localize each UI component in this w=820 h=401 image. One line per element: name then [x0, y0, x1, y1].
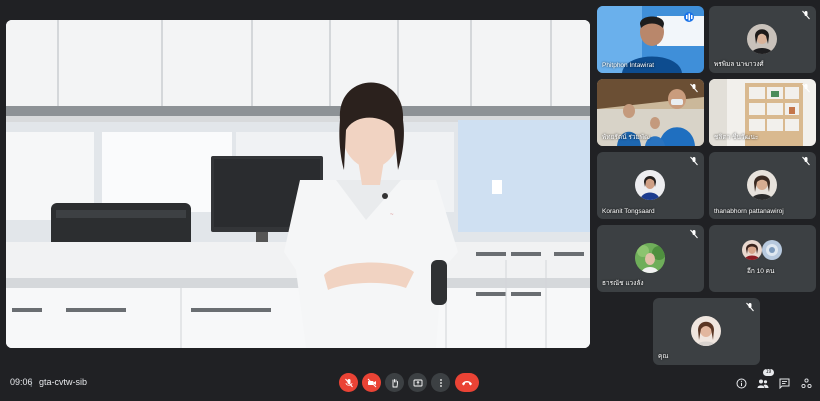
- info-icon: [736, 378, 746, 388]
- camera-toggle-button[interactable]: [362, 373, 381, 392]
- main-video-tile[interactable]: ~: [6, 20, 590, 348]
- participant-tile[interactable]: thanabhorn pattanawiroj: [709, 152, 816, 219]
- avatar: [747, 170, 777, 200]
- avatar: [747, 24, 777, 54]
- participant-tile[interactable]: ชลิตา ชื่นวัฒนะ: [709, 79, 816, 146]
- avatar: [762, 240, 782, 260]
- participant-name: Koranit Tongsaard: [602, 208, 655, 215]
- people-icon: [757, 379, 769, 388]
- people-count-badge: 19: [763, 369, 774, 376]
- participant-name: ธารณัช แวงลัง: [602, 280, 644, 287]
- raise-hand-icon: [392, 378, 398, 387]
- avatar: [691, 316, 721, 346]
- participant-name: พรพิมล นาฆาวงศ์: [714, 61, 764, 68]
- meeting-code: gta-cvtw-sib: [39, 377, 88, 387]
- more-participants-tile[interactable]: อีก 10 คน: [709, 225, 816, 292]
- meeting-details-button[interactable]: [734, 376, 748, 390]
- participant-name: พัทยรัตน์ ร่วมพัฒ: [602, 134, 650, 141]
- mic-toggle-button[interactable]: [339, 373, 358, 392]
- separator: |: [30, 377, 33, 387]
- participant-tile[interactable]: Koranit Tongsaard: [597, 152, 704, 219]
- participant-name: thanabhorn pattanawiroj: [714, 208, 784, 215]
- chat-button[interactable]: [777, 376, 791, 390]
- avatar: [635, 170, 665, 200]
- avatar: [742, 240, 762, 260]
- mic-off-icon: [344, 378, 353, 387]
- more-options-icon: [439, 378, 442, 387]
- svg-text:~: ~: [390, 212, 394, 218]
- self-tile[interactable]: คุณ: [653, 298, 760, 365]
- mic-off-icon: [690, 156, 698, 166]
- participant-tile[interactable]: Phitphon Intawirat: [597, 6, 704, 73]
- end-call-icon: [462, 380, 472, 385]
- participant-name: ชลิตา ชื่นวัฒนะ: [714, 134, 759, 141]
- mic-off-icon: [690, 83, 698, 93]
- participant-tile[interactable]: ธารณัช แวงลัง: [597, 225, 704, 292]
- participant-tile[interactable]: พรพิมล นาฆาวงศ์: [709, 6, 816, 73]
- present-button[interactable]: [408, 373, 427, 392]
- presenter-video: ~: [6, 20, 590, 348]
- people-button[interactable]: [756, 376, 770, 390]
- more-options-button[interactable]: [431, 373, 450, 392]
- activities-icon: [800, 377, 812, 388]
- mic-off-icon: [746, 302, 754, 312]
- mic-off-icon: [802, 10, 810, 20]
- raise-hand-button[interactable]: [385, 373, 404, 392]
- participant-name: คุณ: [658, 353, 669, 360]
- chat-icon: [779, 378, 789, 389]
- activities-button[interactable]: [799, 376, 813, 390]
- present-screen-icon: [413, 379, 422, 386]
- participant-name: Phitphon Intawirat: [602, 62, 655, 69]
- mic-off-icon: [802, 83, 810, 93]
- end-call-button[interactable]: [455, 373, 479, 392]
- camera-off-icon: [367, 378, 376, 387]
- more-participants-label: อีก 10 คน: [747, 268, 775, 275]
- mic-off-icon: [802, 156, 810, 166]
- mic-off-icon: [690, 229, 698, 239]
- avatar: [635, 243, 665, 273]
- participant-tile[interactable]: พัทยรัตน์ ร่วมพัฒ: [597, 79, 704, 146]
